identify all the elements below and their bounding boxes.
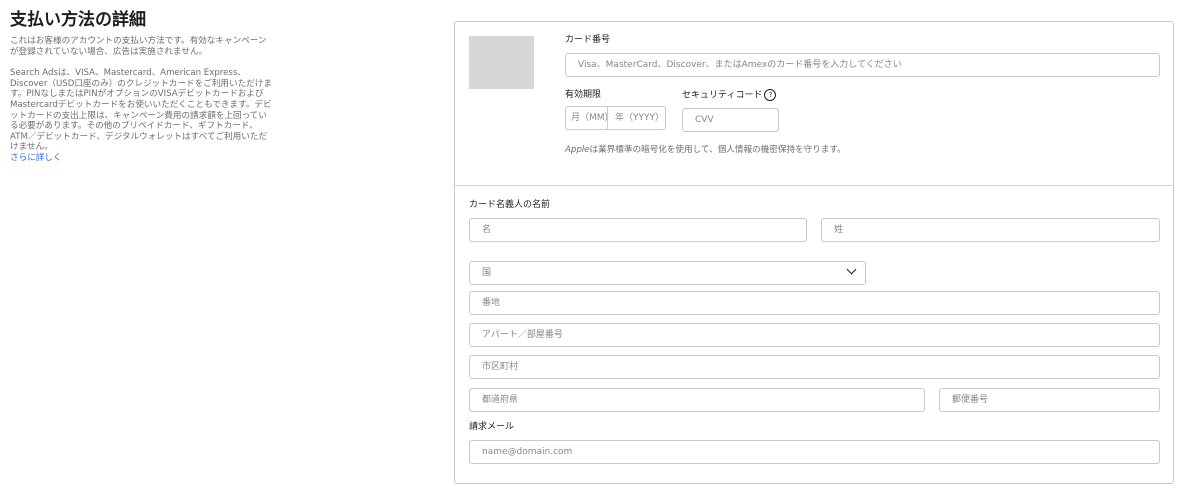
expiry-month-input[interactable]: 月（MM）: [565, 106, 608, 130]
chevron-down-icon: [846, 264, 857, 275]
security-note: Appleは業界標準の暗号化を使用して、個人情報の機密保持を守ります。: [565, 144, 865, 156]
security-code-label: セキュリティコード?: [682, 89, 777, 102]
apartment-input[interactable]: アパート／部屋番号: [469, 323, 1160, 347]
apple-brand-text: Apple: [565, 145, 590, 155]
intro-text: これはお客様のアカウントの支払い方法です。有効なキャンペーンが登録されていない場…: [10, 36, 267, 57]
page-title: 支払い方法の詳細: [10, 10, 146, 30]
city-input[interactable]: 市区町村: [469, 355, 1160, 379]
expiry-label: 有効期限: [565, 90, 602, 100]
zip-input[interactable]: 郵便番号: [939, 388, 1160, 412]
payment-form-panel: カード番号 Visa、MasterCard、Discover、またはAmexのカ…: [454, 21, 1174, 484]
section-divider: [455, 185, 1173, 186]
billing-email-input[interactable]: name@domain.com: [469, 440, 1160, 464]
security-note-text: は業界標準の暗号化を使用して、個人情報の機密保持を守ります。: [589, 145, 846, 155]
card-support-text: Search Adsは、VISA、Mastercard、American Exp…: [10, 68, 272, 153]
country-select-value: 国: [482, 268, 492, 278]
learn-more-link[interactable]: さらに詳しく: [10, 153, 272, 164]
card-number-input[interactable]: Visa、MasterCard、Discover、またはAmexのカード番号を入…: [565, 53, 1160, 77]
card-number-label: カード番号: [565, 35, 611, 45]
help-icon[interactable]: ?: [764, 89, 777, 101]
state-input[interactable]: 都道府県: [469, 388, 925, 412]
payment-info-section: 支払い方法の詳細 これはお客様のアカウントの支払い方法です。有効なキャンペーンが…: [10, 10, 272, 164]
last-name-input[interactable]: 姓: [821, 218, 1160, 242]
security-code-label-text: セキュリティコード: [682, 90, 763, 101]
card-image-placeholder: [469, 36, 534, 89]
first-name-input[interactable]: 名: [469, 218, 807, 242]
street-address-input[interactable]: 番地: [469, 291, 1160, 315]
billing-email-label: 請求メール: [469, 422, 515, 432]
country-select[interactable]: 国: [469, 261, 866, 285]
cvv-input[interactable]: CVV: [682, 108, 779, 132]
expiry-year-input[interactable]: 年（YYYY）: [607, 106, 666, 130]
cardholder-label: カード名義人の名前: [469, 200, 551, 210]
